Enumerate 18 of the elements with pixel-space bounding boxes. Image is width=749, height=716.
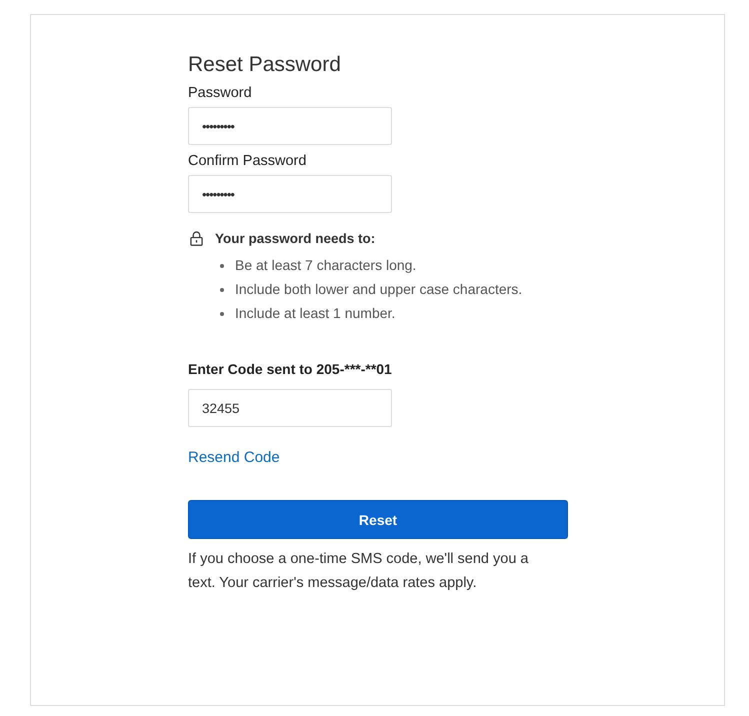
sms-note: If you choose a one-time SMS code, we'll send you a text. Your carrier's message/data rates apply. [188,550,530,593]
lock-icon [190,231,203,246]
requirement-text: Include at least 1 number. [235,304,396,323]
form-title: Reset Password [188,53,341,77]
requirements-heading: Your password needs to: [215,231,376,246]
bullet-icon [220,288,224,292]
field-label: Confirm Password [188,153,306,169]
password-field[interactable]: ••••••••• [188,175,392,213]
bullet-icon [220,312,224,316]
password-field[interactable]: ••••••••• [188,107,392,145]
resend-link[interactable]: Resend Code [188,449,280,466]
reset-button[interactable]: Reset [188,500,568,539]
code-field[interactable]: 32455 [188,389,392,427]
field-label: Password [188,85,252,101]
field-label: Enter Code sent to 205-***-**01 [188,361,392,377]
requirement-text: Include both lower and upper case characters. [235,280,524,299]
bullet-icon [220,264,224,268]
requirement-text: Be at least 7 characters long. [235,256,418,275]
